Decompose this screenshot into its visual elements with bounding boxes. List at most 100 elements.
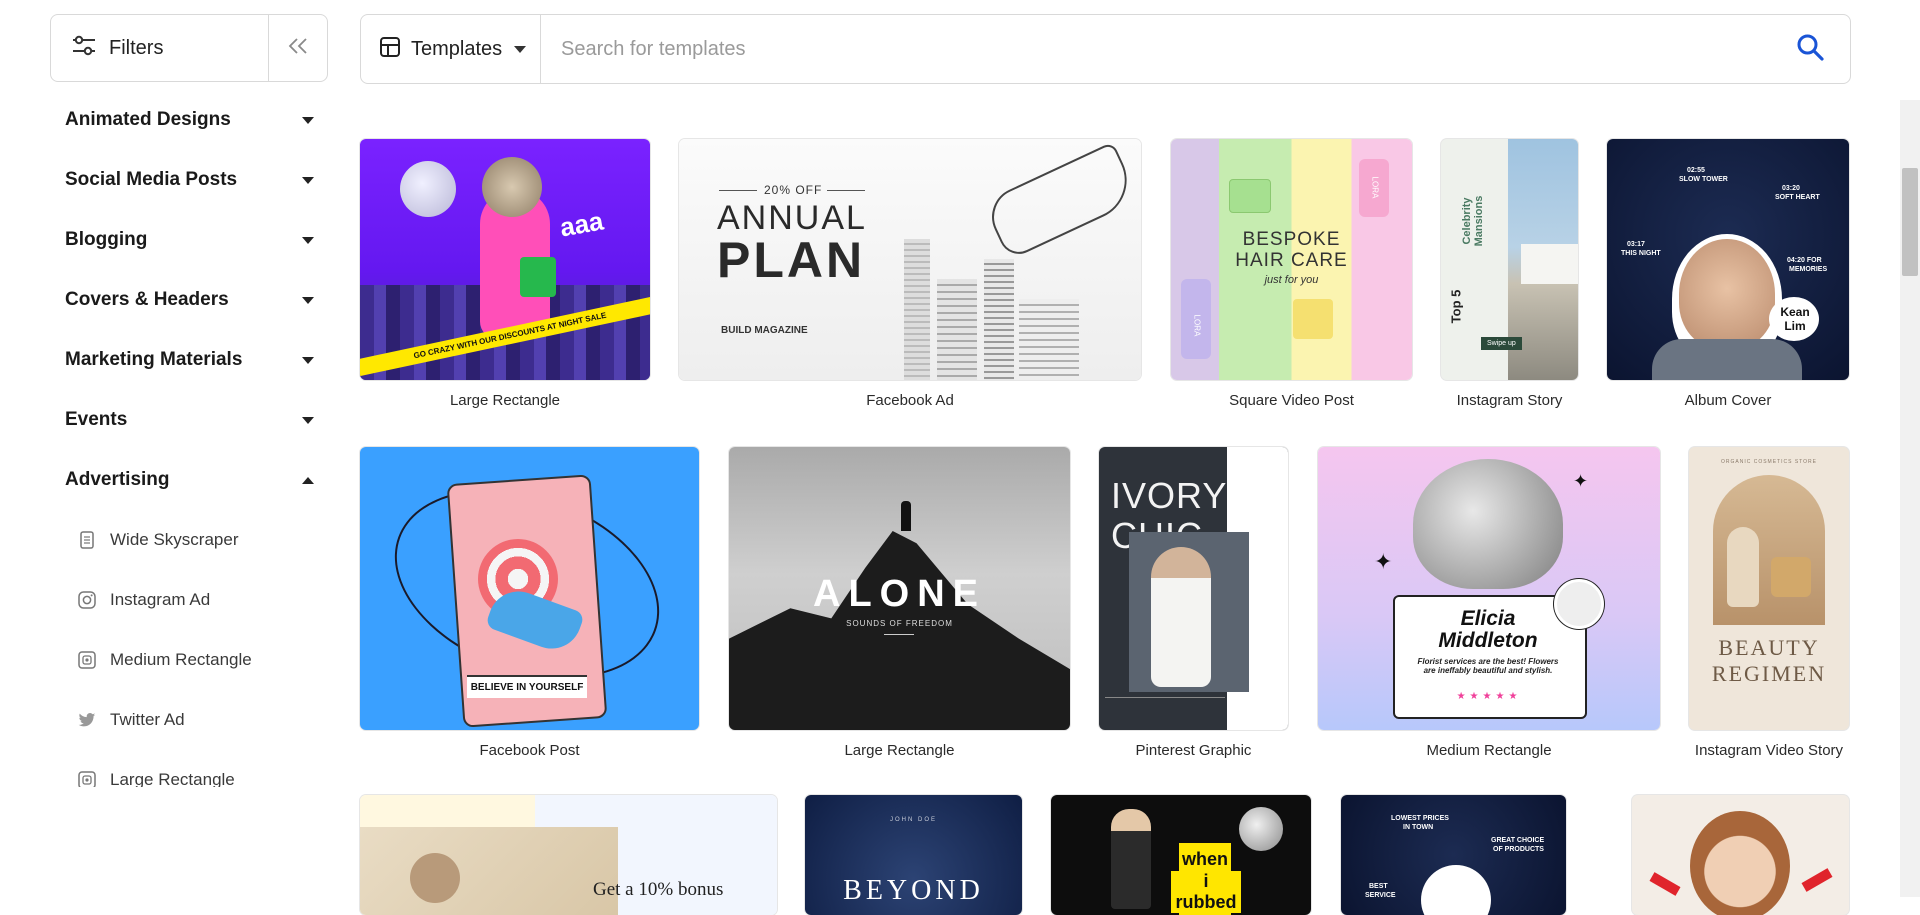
- template-caption: Large Rectangle: [844, 742, 955, 759]
- category-social-media-posts[interactable]: Social Media Posts: [50, 150, 330, 210]
- subcategory-label: Instagram Ad: [110, 590, 211, 609]
- category-label: Covers & Headers: [65, 289, 229, 310]
- template-caption: Facebook Post: [479, 742, 580, 759]
- card-text: LORA: [1192, 314, 1202, 337]
- category-animated-designs[interactable]: Animated Designs: [50, 90, 330, 150]
- category-advertising[interactable]: Advertising: [50, 450, 330, 510]
- card-text: i rubbed: [1171, 871, 1241, 913]
- category-covers-headers[interactable]: Covers & Headers: [50, 270, 330, 330]
- card-text: MEMORIES: [1789, 266, 1828, 273]
- card-text: BEST: [1369, 883, 1388, 890]
- template-grid-icon: [379, 36, 401, 63]
- scrollbar-thumb[interactable]: [1902, 168, 1918, 276]
- template-thumbnail: Get a 10% bonus: [360, 795, 777, 915]
- card-text: aaa: [557, 205, 606, 243]
- template-thumbnail: Celebrity Mansions Top 5 Swipe up: [1441, 139, 1578, 380]
- category-label: Blogging: [65, 229, 148, 250]
- collapse-sidebar-button[interactable]: [268, 15, 327, 81]
- sliders-icon: [71, 34, 97, 63]
- template-thumbnail: JOHN DOE BEYOND: [805, 795, 1022, 915]
- template-card[interactable]: when i rubbed: [1051, 795, 1311, 915]
- template-card[interactable]: LOWEST PRICES IN TOWN GREAT CHOICE OF PR…: [1341, 795, 1566, 915]
- caret-down-icon: [302, 416, 314, 424]
- template-thumbnail: when i rubbed: [1051, 795, 1311, 915]
- template-caption: Instagram Story: [1456, 392, 1563, 409]
- subcategory-instagram-ad[interactable]: Instagram Ad: [50, 570, 330, 630]
- template-caption: Medium Rectangle: [1426, 742, 1552, 759]
- card-text: BELIEVE IN YOURSELF: [467, 675, 587, 698]
- subcategory-label: Wide Skyscraper: [110, 530, 239, 549]
- caret-down-icon: [514, 45, 527, 53]
- card-text: LOWEST PRICES: [1391, 815, 1449, 822]
- card-text: OF PRODUCTS: [1493, 846, 1544, 853]
- template-thumbnail: aaa GO CRAZY WITH OUR DISCOUNTS AT NIGHT…: [360, 139, 650, 380]
- card-text: SOFT HEART: [1775, 194, 1820, 201]
- search-input[interactable]: [541, 14, 1770, 84]
- card-text: THIS NIGHT: [1621, 250, 1661, 257]
- card-text: Middleton: [1438, 629, 1538, 652]
- filters-button[interactable]: Filters: [51, 15, 268, 81]
- template-thumbnail: ALONE SOUNDS OF FREEDOM: [729, 447, 1070, 730]
- card-text: IVORY: [1111, 475, 1228, 516]
- template-thumbnail: 20% OFF ANNUAL PLAN BUILD MAGAZINE: [679, 139, 1141, 380]
- card-text: Elicia: [1460, 607, 1516, 630]
- subcategory-medium-rectangle[interactable]: Medium Rectangle: [50, 630, 330, 690]
- template-card[interactable]: ALONE SOUNDS OF FREEDOM Large Rectangle: [729, 447, 1070, 759]
- card-text: Lim: [1784, 319, 1806, 333]
- template-card[interactable]: 02:55 SLOW TOWER 03:20 SOFT HEART 03:17 …: [1607, 139, 1849, 409]
- template-thumbnail: ORGANIC COSMETICS STORE BEAUTY REGIMEN: [1689, 447, 1849, 730]
- subcategory-large-rectangle[interactable]: Large Rectangle: [50, 750, 330, 787]
- template-caption: Square Video Post: [1229, 392, 1354, 409]
- subcategory-label: Medium Rectangle: [110, 650, 252, 669]
- template-card[interactable]: 20% OFF ANNUAL PLAN BUILD MAGAZINE Faceb…: [679, 139, 1141, 409]
- template-card[interactable]: BELIEVE IN YOURSELF Facebook Post: [360, 447, 699, 759]
- category-events[interactable]: Events: [50, 390, 330, 450]
- subcategory-label: Twitter Ad: [110, 710, 185, 729]
- image-icon: [78, 651, 96, 669]
- subcategory-wide-skyscraper[interactable]: Wide Skyscraper: [50, 510, 330, 570]
- card-text: ORGANIC COSMETICS STORE: [1721, 459, 1817, 465]
- card-text: PLAN: [717, 232, 866, 288]
- card-text: Get a 10% bonus: [593, 879, 724, 900]
- caret-down-icon: [302, 296, 314, 304]
- subcategory-twitter-ad[interactable]: Twitter Ad: [50, 690, 330, 750]
- card-text: 03:17: [1627, 241, 1645, 248]
- card-text: LORA: [1370, 176, 1380, 199]
- card-text: IN TOWN: [1403, 824, 1434, 831]
- template-type-dropdown[interactable]: Templates: [361, 15, 541, 83]
- category-marketing-materials[interactable]: Marketing Materials: [50, 330, 330, 390]
- card-text: REGIMEN: [1711, 661, 1827, 686]
- twitter-icon: [78, 711, 96, 729]
- caret-down-icon: [302, 176, 314, 184]
- card-text: 20% OFF: [764, 183, 823, 197]
- template-type-label: Templates: [411, 37, 503, 60]
- template-card[interactable]: JOHN DOE BEYOND: [805, 795, 1022, 915]
- template-card[interactable]: Get a 10% bonus: [360, 795, 777, 915]
- card-text: SOUNDS OF FREEDOM: [846, 619, 953, 628]
- card-text: Florist services are the best! Flowers a…: [1417, 657, 1559, 675]
- subcategory-label: Large Rectangle: [110, 770, 235, 787]
- template-caption: Pinterest Graphic: [1135, 742, 1252, 759]
- card-text: SERVICE: [1365, 892, 1396, 899]
- template-card[interactable]: Celebrity Mansions Top 5 Swipe up Instag…: [1441, 139, 1578, 409]
- template-card[interactable]: LORA BESPOKE HAIR CARE just for you LORA…: [1171, 139, 1412, 409]
- instagram-icon: [78, 591, 96, 609]
- template-thumbnail: LORA BESPOKE HAIR CARE just for you LORA: [1171, 139, 1412, 380]
- card-text: 03:20: [1782, 185, 1800, 192]
- category-label: Social Media Posts: [65, 169, 238, 190]
- template-card[interactable]: IVORY CHIC Pinterest Graphic: [1099, 447, 1288, 759]
- card-text: Top 5: [1448, 289, 1464, 324]
- template-card[interactable]: ORGANIC COSMETICS STORE BEAUTY REGIMEN I…: [1689, 447, 1849, 759]
- caret-up-icon: [302, 476, 314, 484]
- template-card[interactable]: [1632, 795, 1849, 915]
- card-text: when: [1181, 849, 1228, 869]
- template-card[interactable]: ✦ ✦ Elicia Middleton Florist services ar…: [1318, 447, 1660, 759]
- template-thumbnail: [1632, 795, 1849, 915]
- search-button[interactable]: [1770, 15, 1850, 83]
- template-card[interactable]: aaa GO CRAZY WITH OUR DISCOUNTS AT NIGHT…: [360, 139, 650, 409]
- template-caption: Instagram Video Story: [1694, 742, 1844, 759]
- category-blogging[interactable]: Blogging: [50, 210, 330, 270]
- card-text: ALONE: [813, 573, 986, 615]
- search-bar: Templates: [360, 14, 1851, 84]
- category-label: Advertising: [65, 469, 170, 490]
